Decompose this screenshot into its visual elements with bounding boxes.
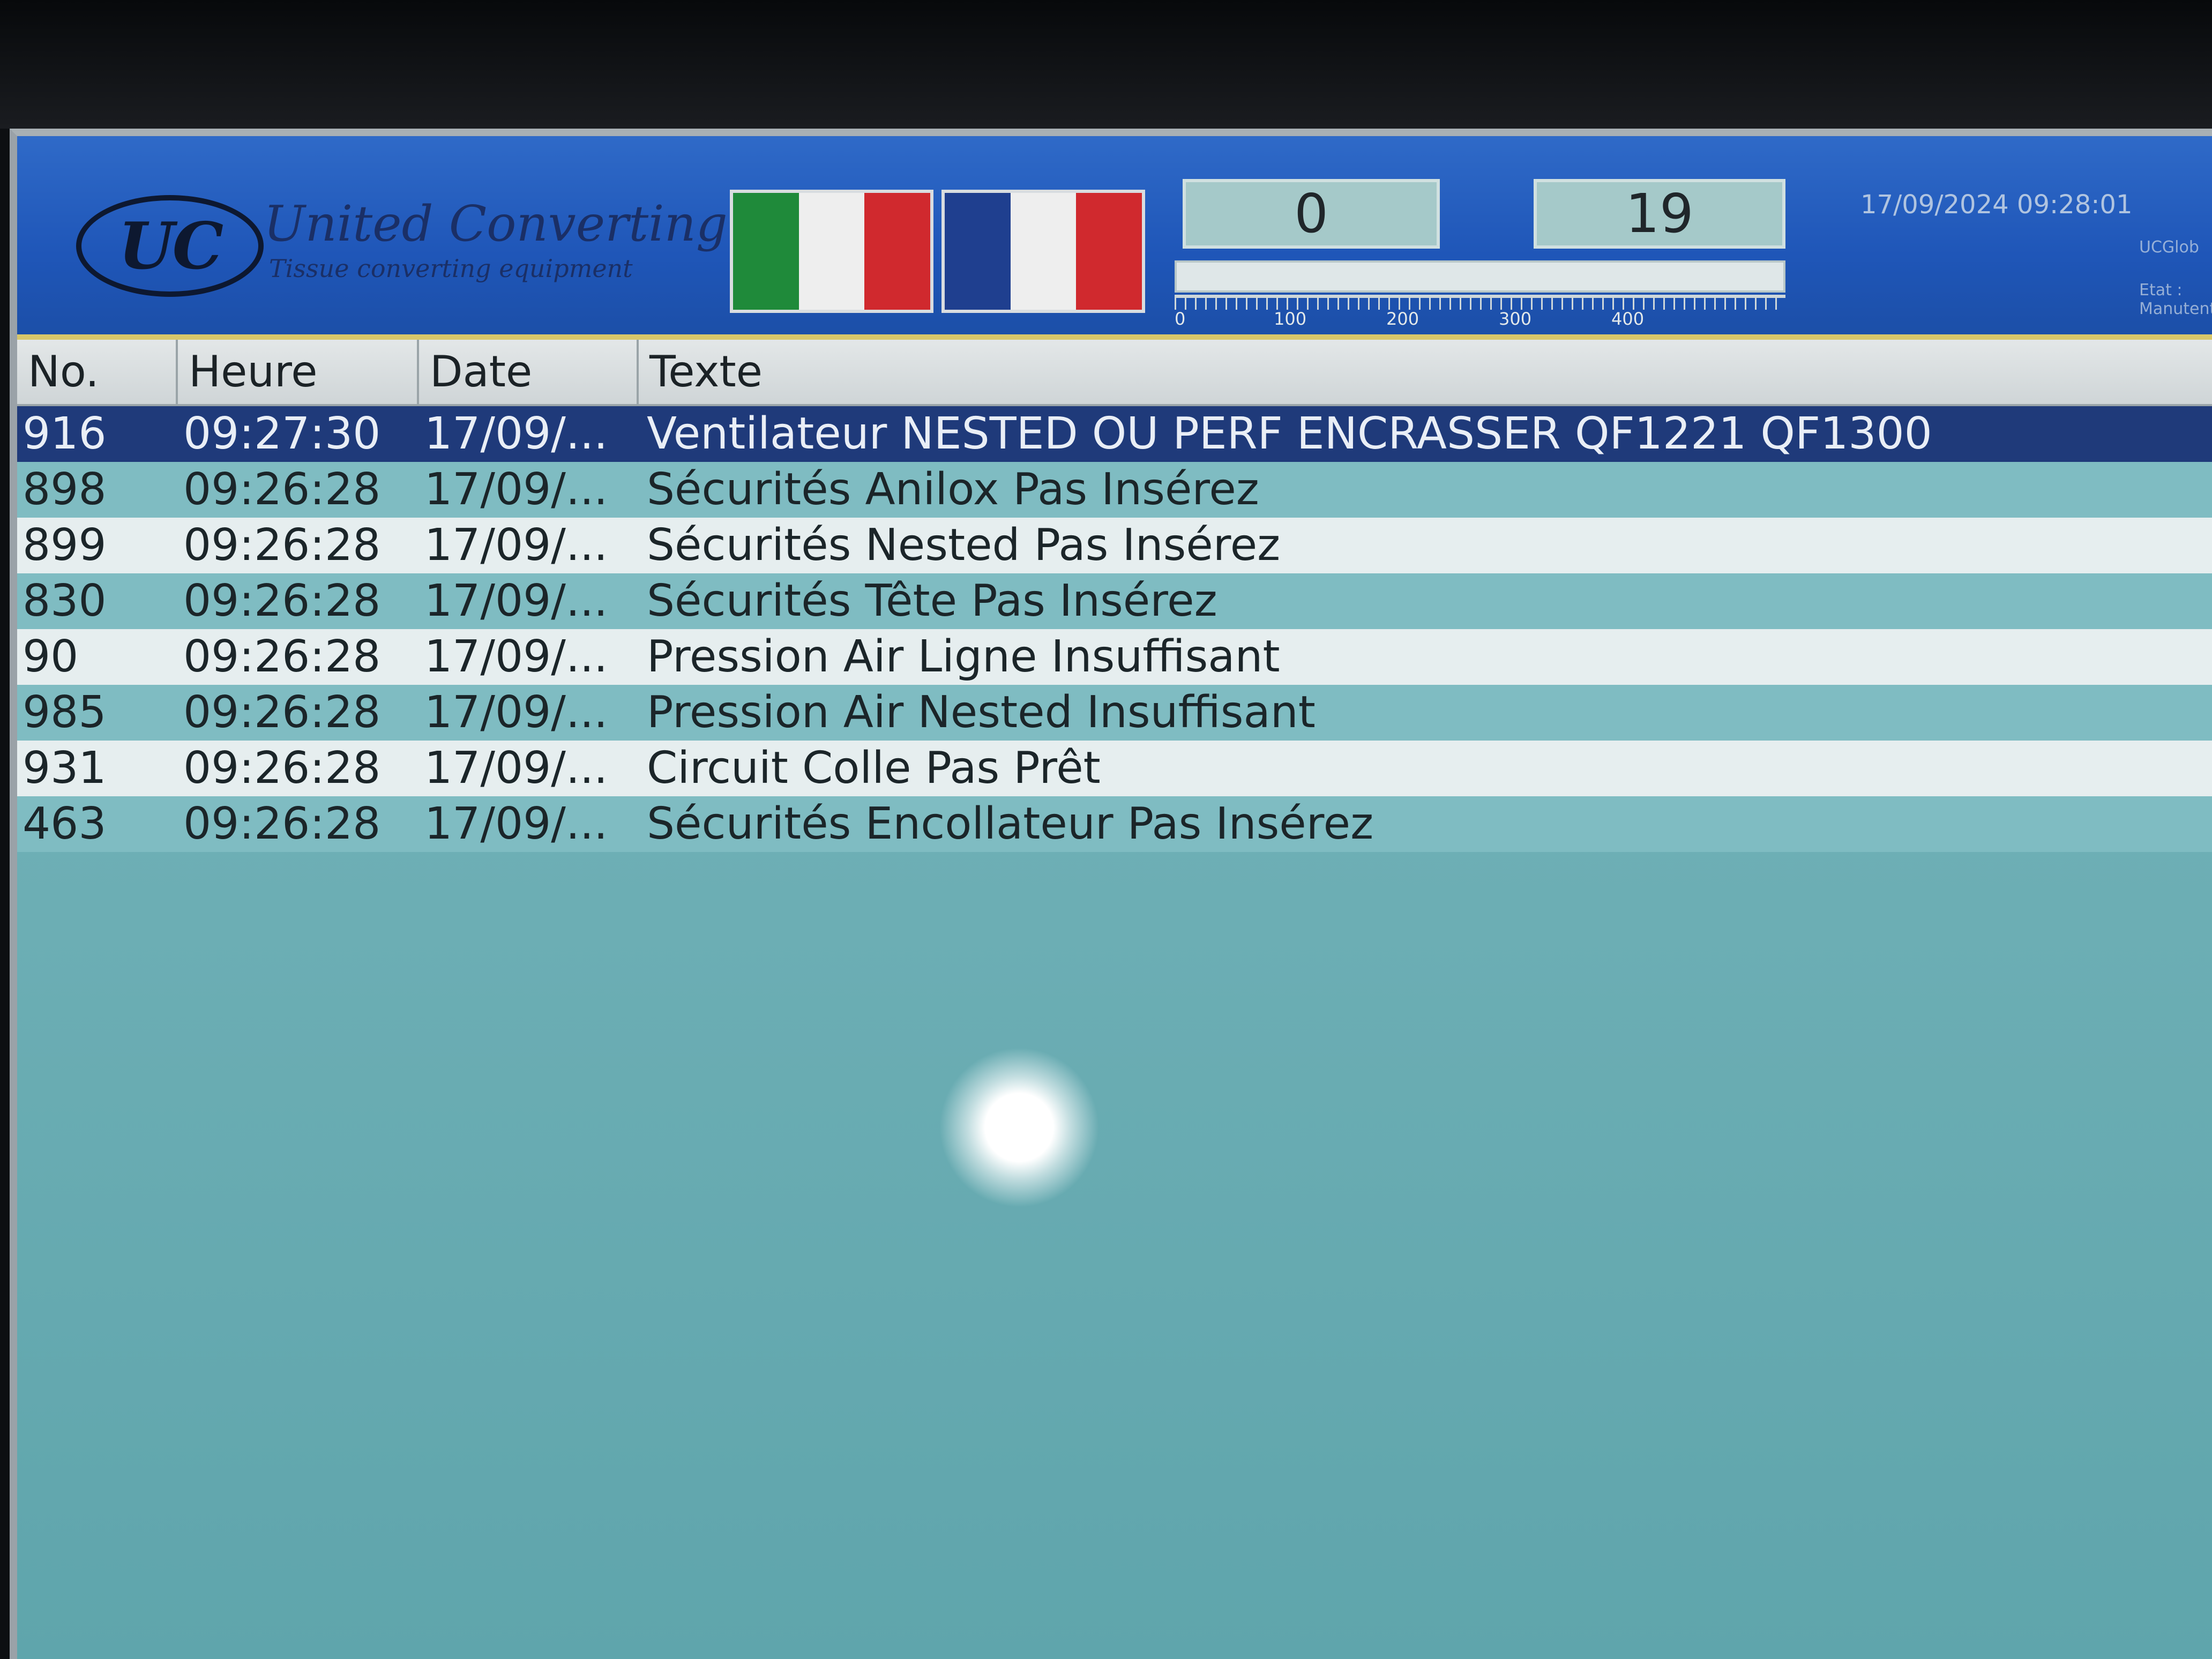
cell-no: 463 bbox=[23, 798, 107, 849]
table-row[interactable]: 898 09:26:28 17/09/... Sécurités Anilox Pas… bbox=[17, 462, 2212, 518]
italian-flag-icon[interactable] bbox=[730, 190, 933, 313]
cell-heure: 09:26:28 bbox=[183, 631, 381, 682]
hmi-screen: UC United Converting Tissue converting e… bbox=[10, 129, 2212, 1659]
cell-date: 17/09/... bbox=[424, 520, 608, 571]
cell-date: 17/09/... bbox=[424, 798, 608, 849]
cell-date: 17/09/... bbox=[424, 576, 608, 626]
cell-texte: Sécurités Nested Pas Insérez bbox=[647, 520, 1281, 571]
cell-date: 17/09/... bbox=[424, 687, 608, 738]
logo-text: UC bbox=[118, 208, 223, 284]
cell-texte: Sécurités Tête Pas Insérez bbox=[647, 576, 1217, 626]
cell-heure: 09:26:28 bbox=[183, 520, 381, 571]
cell-date: 17/09/... bbox=[424, 743, 608, 794]
cell-no: 916 bbox=[23, 408, 107, 459]
cell-date: 17/09/... bbox=[424, 631, 608, 682]
table-row[interactable]: 463 09:26:28 17/09/... Sécurités Encollateu… bbox=[17, 796, 2212, 852]
cell-no: 931 bbox=[23, 743, 107, 794]
french-flag-icon[interactable] bbox=[941, 190, 1145, 313]
scale-label: 300 bbox=[1499, 309, 1532, 329]
cell-texte: Sécurités Encollateur Pas Insérez bbox=[647, 798, 1374, 849]
cell-heure: 09:26:28 bbox=[183, 743, 381, 794]
cell-heure: 09:26:28 bbox=[183, 687, 381, 738]
side-label-bottom: Etat : Manutenti bbox=[2139, 281, 2212, 318]
table-header: No. Heure Date Texte bbox=[17, 340, 2212, 406]
column-header-date[interactable]: Date bbox=[419, 340, 639, 404]
progress-bar bbox=[1175, 260, 1785, 293]
column-header-no[interactable]: No. bbox=[17, 340, 178, 404]
cell-no: 90 bbox=[23, 631, 79, 682]
counter-right: 19 bbox=[1534, 179, 1785, 249]
scale-label: 200 bbox=[1386, 309, 1419, 329]
header-bar: UC United Converting Tissue converting e… bbox=[17, 136, 2212, 340]
table-body: 916 09:27:30 17/09/... Ventilateur NESTED O… bbox=[17, 406, 2212, 852]
cell-heure: 09:26:28 bbox=[183, 576, 381, 626]
brand-tagline: Tissue converting equipment bbox=[269, 254, 633, 283]
cell-texte: Pression Air Ligne Insuffisant bbox=[647, 631, 1280, 682]
cell-no: 898 bbox=[23, 464, 107, 515]
scale-label: 100 bbox=[1274, 309, 1307, 329]
alarm-table: No. Heure Date Texte 916 09:27:30 17/09/..… bbox=[17, 340, 2212, 852]
cell-texte: Sécurités Anilox Pas Insérez bbox=[647, 464, 1259, 515]
table-row[interactable]: 90 09:26:28 17/09/... Pression Air Ligne In… bbox=[17, 629, 2212, 685]
cell-no: 985 bbox=[23, 687, 107, 738]
column-header-heure[interactable]: Heure bbox=[178, 340, 419, 404]
counter-left: 0 bbox=[1183, 179, 1440, 249]
scale-label: 0 bbox=[1175, 309, 1186, 329]
column-header-texte[interactable]: Texte bbox=[639, 340, 2212, 404]
cell-no: 830 bbox=[23, 576, 107, 626]
table-row[interactable]: 916 09:27:30 17/09/... Ventilateur NESTED O… bbox=[17, 406, 2212, 462]
cell-heure: 09:27:30 bbox=[183, 408, 381, 459]
uc-logo: UC bbox=[76, 195, 264, 297]
cell-texte: Circuit Colle Pas Prêt bbox=[647, 743, 1101, 794]
cell-date: 17/09/... bbox=[424, 464, 608, 515]
side-label-top: UCGlob bbox=[2139, 238, 2199, 257]
table-row[interactable]: 985 09:26:28 17/09/... Pression Air Nested … bbox=[17, 685, 2212, 741]
datetime-display: 17/09/2024 09:28:01 bbox=[1860, 190, 2133, 220]
table-row[interactable]: 899 09:26:28 17/09/... Sécurités Nested Pas… bbox=[17, 518, 2212, 573]
cell-texte: Ventilateur NESTED OU PERF ENCRASSER QF1… bbox=[647, 408, 1932, 459]
monitor-bezel bbox=[0, 0, 2212, 129]
screen-glare bbox=[939, 1047, 1100, 1208]
cell-heure: 09:26:28 bbox=[183, 464, 381, 515]
cell-no: 899 bbox=[23, 520, 107, 571]
cell-heure: 09:26:28 bbox=[183, 798, 381, 849]
scale-label: 400 bbox=[1611, 309, 1645, 329]
cell-texte: Pression Air Nested Insuffisant bbox=[647, 687, 1316, 738]
progress-scale bbox=[1175, 295, 1785, 319]
brand-name: United Converting bbox=[264, 195, 728, 252]
table-row[interactable]: 830 09:26:28 17/09/... Sécurités Tête Pas I… bbox=[17, 573, 2212, 629]
table-row[interactable]: 931 09:26:28 17/09/... Circuit Colle Pas Pr… bbox=[17, 741, 2212, 796]
cell-date: 17/09/... bbox=[424, 408, 608, 459]
